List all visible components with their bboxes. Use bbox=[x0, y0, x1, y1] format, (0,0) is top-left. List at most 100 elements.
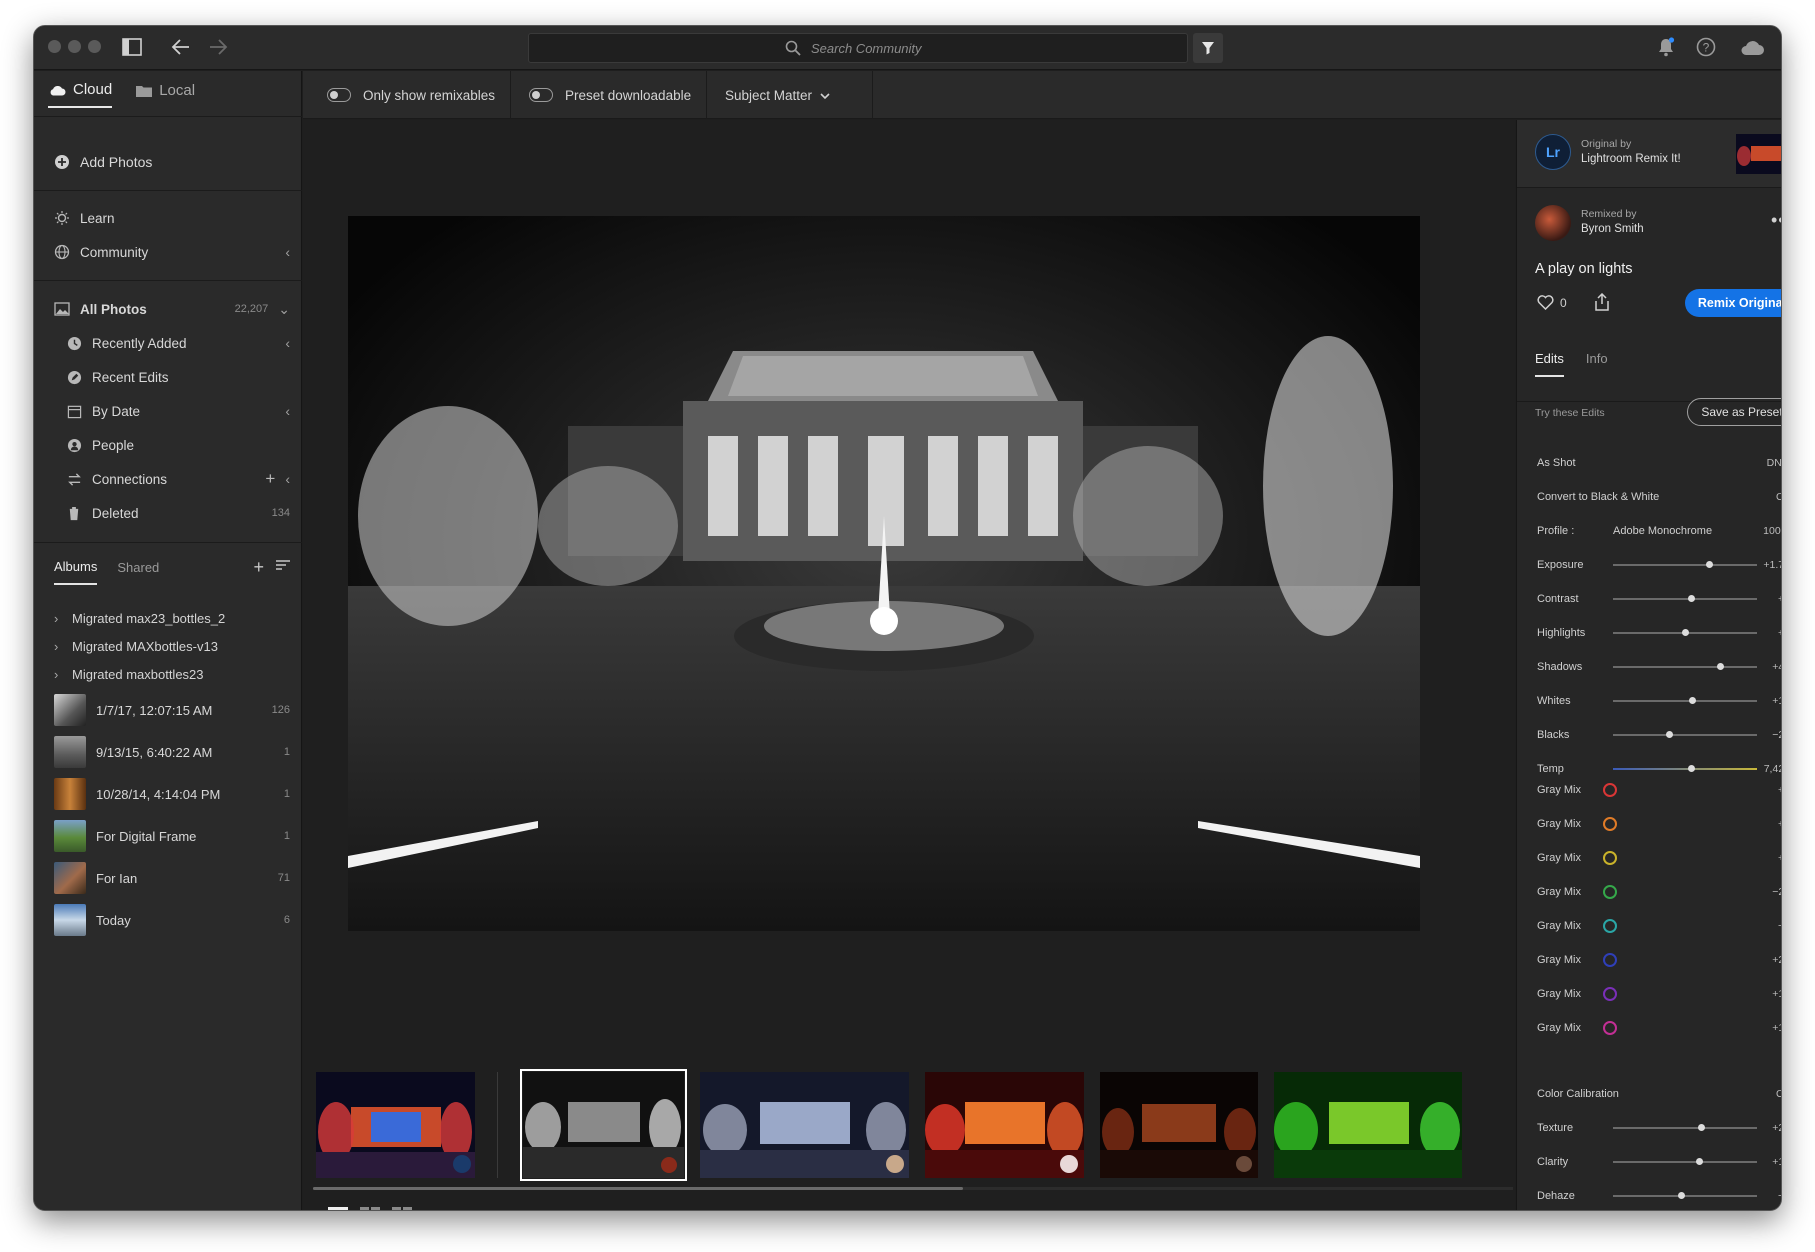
filmstrip-thumbnail[interactable] bbox=[316, 1072, 475, 1178]
remixables-toggle[interactable]: Only show remixables bbox=[327, 71, 495, 119]
notifications-bell-icon[interactable] bbox=[1657, 37, 1675, 61]
slider-knob[interactable] bbox=[1677, 1192, 1685, 1199]
save-as-preset-button[interactable]: Save as Preset bbox=[1687, 398, 1781, 426]
tab-shared[interactable]: Shared bbox=[117, 560, 159, 584]
sidebar-item-recent-edits[interactable]: Recent Edits bbox=[66, 366, 290, 388]
album-item[interactable]: 9/13/15, 6:40:22 AM 1 bbox=[54, 736, 290, 768]
adjustment-slider[interactable] bbox=[1613, 731, 1757, 738]
sidebar-item-community[interactable]: Community ‹ bbox=[54, 241, 290, 263]
adjustment-slider[interactable] bbox=[1613, 629, 1757, 636]
album-label: For Ian bbox=[96, 870, 138, 886]
tab-albums[interactable]: Albums bbox=[54, 559, 98, 585]
adjustment-row-shadows: Shadows +49 bbox=[1537, 658, 1781, 676]
tab-info[interactable]: Info bbox=[1586, 351, 1608, 377]
single-view-icon[interactable] bbox=[328, 1207, 348, 1210]
slider-knob[interactable] bbox=[1687, 595, 1695, 602]
adjustment-slider[interactable] bbox=[1613, 697, 1757, 704]
minimize-window-button[interactable] bbox=[68, 40, 81, 53]
filter-button[interactable] bbox=[1193, 33, 1223, 63]
slider-knob[interactable] bbox=[1666, 731, 1674, 738]
toggle-switch[interactable] bbox=[529, 88, 553, 102]
grid-view-icon[interactable] bbox=[392, 1207, 412, 1210]
album-folder-label: Migrated maxbottles23 bbox=[72, 666, 204, 682]
cloud-sync-icon[interactable] bbox=[1739, 38, 1765, 60]
adjustment-slider[interactable] bbox=[1613, 663, 1757, 670]
subject-matter-dropdown[interactable]: Subject Matter bbox=[725, 71, 830, 119]
add-photos-button[interactable]: Add Photos bbox=[54, 151, 290, 173]
adjustment-label: Blacks bbox=[1537, 729, 1570, 741]
sidebar-item-connections[interactable]: Connections + ‹ bbox=[66, 468, 290, 490]
slider-knob[interactable] bbox=[1697, 1124, 1705, 1131]
help-icon[interactable]: ? bbox=[1696, 37, 1716, 61]
add-connection-icon[interactable]: + bbox=[265, 469, 275, 489]
back-arrow-icon[interactable] bbox=[171, 38, 191, 60]
slider-knob[interactable] bbox=[1682, 629, 1689, 636]
sidebar-item-people[interactable]: People bbox=[66, 434, 290, 456]
gray-mix-value: +8 bbox=[1778, 852, 1781, 864]
adjustment-slider[interactable] bbox=[1613, 1192, 1757, 1199]
adjustment-slider[interactable] bbox=[1613, 765, 1757, 772]
adjustment-slider[interactable] bbox=[1613, 1124, 1757, 1131]
gray-mix-label: Gray Mix bbox=[1537, 886, 1581, 898]
slider-knob[interactable] bbox=[1689, 697, 1697, 704]
all-photos-count: 22,207 bbox=[234, 303, 269, 315]
slider-knob[interactable] bbox=[1696, 1158, 1704, 1165]
album-item[interactable]: For Digital Frame 1 bbox=[54, 820, 290, 852]
album-folder-item[interactable]: › Migrated maxbottles23 bbox=[54, 664, 204, 684]
gray-mix-label: Gray Mix bbox=[1537, 784, 1581, 796]
filmstrip-thumbnail[interactable] bbox=[1100, 1072, 1258, 1178]
share-icon[interactable] bbox=[1594, 292, 1610, 316]
album-count: 6 bbox=[283, 914, 290, 926]
tab-local[interactable]: Local bbox=[136, 81, 195, 108]
album-item[interactable]: For Ian 71 bbox=[54, 862, 290, 894]
sort-icon[interactable] bbox=[276, 560, 290, 575]
filmstrip-thumbnail[interactable] bbox=[700, 1072, 909, 1178]
sidebar-item-learn[interactable]: Learn bbox=[54, 207, 290, 229]
filmstrip-scrollbar[interactable] bbox=[313, 1187, 963, 1190]
adjustment-row-exposure: Exposure +1.77 bbox=[1537, 556, 1781, 574]
toggle-switch[interactable] bbox=[327, 88, 351, 102]
compare-view-icon[interactable] bbox=[360, 1207, 380, 1210]
album-item[interactable]: Today 6 bbox=[54, 904, 290, 936]
remix-original-button[interactable]: Remix Original bbox=[1685, 289, 1781, 317]
sidebar-item-all-photos[interactable]: All Photos 22,207 ⌄ bbox=[54, 298, 290, 320]
adjustment-slider[interactable] bbox=[1613, 1158, 1757, 1165]
lightbulb-icon bbox=[54, 210, 70, 226]
slider-knob[interactable] bbox=[1706, 561, 1714, 568]
adjustment-slider[interactable] bbox=[1613, 595, 1757, 602]
adjustment-value: −22 bbox=[1772, 729, 1781, 741]
album-item[interactable]: 1/7/17, 12:07:15 AM 126 bbox=[54, 694, 290, 726]
original-photo-thumbnail[interactable] bbox=[1736, 134, 1781, 174]
album-folder-item[interactable]: › Migrated max23_bottles_2 bbox=[54, 608, 225, 628]
add-album-icon[interactable]: + bbox=[253, 557, 264, 578]
filmstrip-thumbnail[interactable] bbox=[1274, 1072, 1462, 1178]
sidebar-toggle-icon[interactable] bbox=[122, 38, 142, 60]
slider-knob[interactable] bbox=[1687, 765, 1695, 772]
slider-knob[interactable] bbox=[1716, 663, 1724, 670]
remixer-avatar[interactable] bbox=[1535, 205, 1571, 241]
more-options-icon[interactable]: ••• bbox=[1771, 210, 1781, 231]
filmstrip-divider bbox=[497, 1072, 498, 1178]
forward-arrow-icon[interactable] bbox=[208, 38, 228, 60]
edits-info-tabs: Edits Info bbox=[1535, 351, 1608, 377]
album-folder-item[interactable]: › Migrated MAXbottles-v13 bbox=[54, 636, 218, 656]
sidebar-item-recently-added[interactable]: Recently Added ‹ bbox=[66, 332, 290, 354]
original-by-name[interactable]: Lightroom Remix It! bbox=[1581, 153, 1681, 165]
adjustment-slider[interactable] bbox=[1613, 561, 1757, 568]
sidebar-item-deleted[interactable]: Deleted 134 bbox=[66, 502, 290, 524]
tab-edits[interactable]: Edits bbox=[1535, 351, 1564, 377]
adjustment-row-texture: Texture +23 bbox=[1537, 1119, 1781, 1137]
zoom-window-button[interactable] bbox=[88, 40, 101, 53]
filmstrip-thumbnail[interactable] bbox=[925, 1072, 1084, 1178]
album-item[interactable]: 10/28/14, 4:14:04 PM 1 bbox=[54, 778, 290, 810]
tab-cloud-label: Cloud bbox=[73, 81, 113, 98]
downloadable-toggle[interactable]: Preset downloadable bbox=[529, 71, 691, 119]
album-label: 10/28/14, 4:14:04 PM bbox=[96, 786, 221, 802]
filmstrip-thumbnail-selected[interactable] bbox=[520, 1069, 687, 1181]
search-community-field[interactable]: Search Community bbox=[528, 33, 1188, 63]
close-window-button[interactable] bbox=[48, 40, 61, 53]
sidebar-item-by-date[interactable]: By Date ‹ bbox=[66, 400, 290, 422]
remixed-by-name[interactable]: Byron Smith bbox=[1581, 223, 1644, 235]
tab-cloud[interactable]: Cloud bbox=[48, 81, 113, 108]
like-button[interactable]: 0 bbox=[1537, 295, 1567, 310]
